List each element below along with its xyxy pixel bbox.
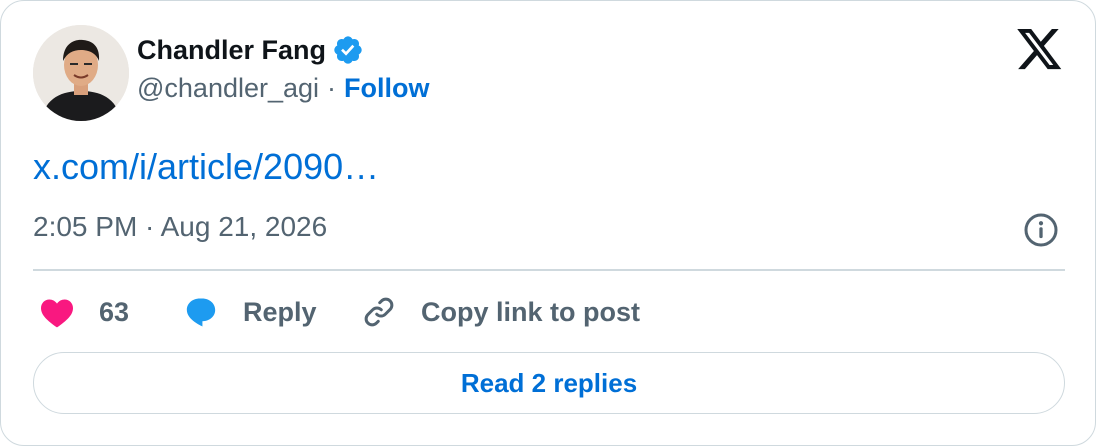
link-icon xyxy=(361,294,397,330)
copy-link-label: Copy link to post xyxy=(421,296,640,327)
verified-badge-icon xyxy=(332,34,364,66)
reply-bubble-icon xyxy=(183,295,219,329)
author-name[interactable]: Chandler Fang xyxy=(137,35,326,66)
like-button[interactable]: 63 xyxy=(39,289,129,335)
divider xyxy=(33,269,1065,271)
like-count: 63 xyxy=(99,296,130,327)
author-handle-row: @chandler_agi · Follow xyxy=(137,73,430,104)
heart-icon xyxy=(39,296,75,328)
info-icon[interactable] xyxy=(1023,212,1059,248)
reply-label: Reply xyxy=(243,296,317,327)
post-timestamp[interactable]: 2:05 PM · Aug 21, 2026 xyxy=(33,211,327,243)
read-replies-button[interactable]: Read 2 replies xyxy=(33,352,1065,414)
post-article-link[interactable]: x.com/i/article/2090… xyxy=(33,146,379,188)
author-handle[interactable]: @chandler_agi xyxy=(137,73,319,104)
avatar-photo xyxy=(33,25,129,121)
copy-link-button[interactable]: Copy link to post xyxy=(361,289,640,335)
author-name-row[interactable]: Chandler Fang xyxy=(137,34,364,66)
read-replies-label: Read 2 replies xyxy=(460,367,638,398)
author-avatar[interactable] xyxy=(33,25,129,121)
x-logo-icon[interactable] xyxy=(1017,29,1063,71)
reply-button[interactable]: Reply xyxy=(183,289,317,335)
follow-button[interactable]: Follow xyxy=(344,73,429,104)
separator-dot: · xyxy=(327,73,337,103)
embedded-post-card: Chandler Fang @chandler_agi · Follow x.c… xyxy=(0,0,1096,446)
